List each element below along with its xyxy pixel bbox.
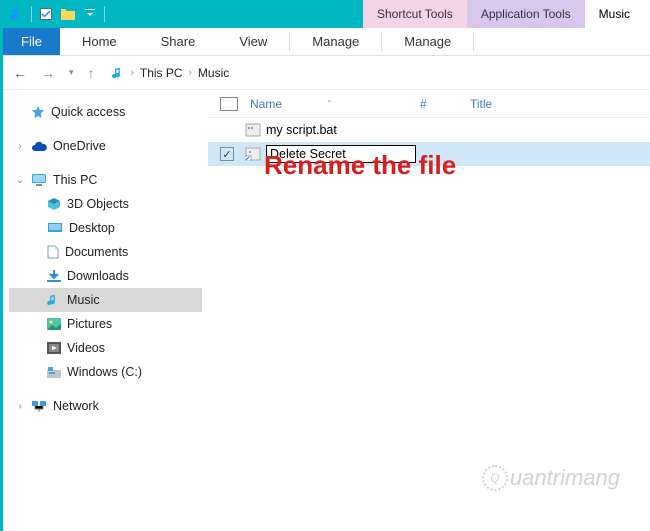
breadcrumb[interactable]: › This PC › Music: [107, 61, 642, 85]
tree-label: Desktop: [69, 221, 115, 235]
column-header-row: Name ⌃ # Title: [208, 90, 650, 118]
ribbon-tab-manage-shortcut[interactable]: Manage: [290, 28, 381, 55]
chevron-right-icon[interactable]: ›: [15, 141, 25, 152]
desktop-icon: [47, 222, 63, 234]
tree-label: 3D Objects: [67, 197, 129, 211]
tree-pictures[interactable]: Pictures: [9, 312, 202, 336]
column-header-title[interactable]: Title: [470, 97, 492, 111]
chevron-right-icon[interactable]: ›: [131, 67, 134, 78]
ribbon-tab-share[interactable]: Share: [139, 28, 218, 55]
tree-music[interactable]: Music: [9, 288, 202, 312]
tree-documents[interactable]: Documents: [9, 240, 202, 264]
picture-icon: [47, 318, 61, 330]
explorer-body: Quick access › OneDrive ⌄ This PC 3D Obj…: [3, 90, 650, 531]
tree-3d-objects[interactable]: 3D Objects: [9, 192, 202, 216]
separator: [31, 6, 32, 22]
star-icon: [31, 105, 45, 119]
titlebar-spacer: [111, 0, 363, 28]
tree-label: OneDrive: [53, 139, 106, 153]
select-all-checkbox[interactable]: [220, 97, 238, 111]
tree-label: Music: [67, 293, 100, 307]
music-icon: [47, 293, 61, 307]
shortcut-batch-icon: [244, 146, 262, 162]
column-label: Name: [250, 97, 282, 111]
tree-label: This PC: [53, 173, 97, 187]
tree-label: Videos: [67, 341, 105, 355]
context-tab-shortcut[interactable]: Shortcut Tools: [363, 0, 467, 28]
annotation-text: Rename the file: [264, 150, 456, 181]
back-button[interactable]: ←: [11, 65, 29, 81]
ribbon-tabs: File Home Share View Manage Manage: [3, 28, 650, 56]
tree-videos[interactable]: Videos: [9, 336, 202, 360]
tree-desktop[interactable]: Desktop: [9, 216, 202, 240]
tree-windows-c[interactable]: Windows (C:): [9, 360, 202, 384]
network-icon: [31, 400, 47, 412]
navigation-bar: ← → ▾ ↑ › This PC › Music: [3, 56, 650, 90]
recent-dropdown[interactable]: ▾: [67, 67, 76, 78]
batch-file-icon: [244, 122, 262, 138]
cube-icon: [47, 197, 61, 211]
separator: [104, 6, 105, 22]
tree-label: Windows (C:): [67, 365, 142, 379]
tree-label: Network: [53, 399, 99, 413]
window-title: Music: [585, 0, 650, 28]
forward-button[interactable]: →: [39, 65, 57, 81]
file-name: my script.bat: [266, 123, 337, 137]
tree-label: Downloads: [67, 269, 129, 283]
video-icon: [47, 342, 61, 354]
file-row[interactable]: my script.bat: [208, 118, 650, 142]
tree-downloads[interactable]: Downloads: [9, 264, 202, 288]
cloud-icon: [31, 140, 47, 152]
watermark-logo-icon: Q: [482, 465, 508, 491]
tree-label: Documents: [65, 245, 128, 259]
chevron-down-icon[interactable]: ⌄: [15, 175, 25, 186]
tree-network[interactable]: › Network: [9, 394, 202, 418]
ribbon-file-tab[interactable]: File: [3, 28, 60, 55]
tree-onedrive[interactable]: › OneDrive: [9, 134, 202, 158]
tree-this-pc[interactable]: ⌄ This PC: [9, 168, 202, 192]
folder-icon[interactable]: [60, 6, 76, 22]
dropdown-customize-icon[interactable]: [82, 6, 98, 22]
file-list-pane: Name ⌃ # Title my script.bat ✓ Rename th…: [208, 90, 650, 531]
chevron-right-icon[interactable]: ›: [15, 401, 25, 412]
crumb-music[interactable]: Music: [196, 66, 231, 80]
document-icon: [47, 245, 59, 259]
separator: [473, 32, 474, 51]
music-folder-icon: [111, 65, 127, 81]
watermark: Q uantrimang: [482, 465, 620, 491]
ribbon-tab-view[interactable]: View: [217, 28, 289, 55]
drive-icon: [47, 366, 61, 378]
crumb-this-pc[interactable]: This PC: [138, 66, 185, 80]
ribbon-tab-home[interactable]: Home: [60, 28, 139, 55]
column-header-track[interactable]: #: [420, 97, 470, 111]
context-tab-application[interactable]: Application Tools: [467, 0, 585, 28]
navigation-pane: Quick access › OneDrive ⌄ This PC 3D Obj…: [3, 90, 208, 531]
tree-label: Pictures: [67, 317, 112, 331]
row-checkbox[interactable]: ✓: [220, 147, 234, 161]
up-button[interactable]: ↑: [86, 65, 97, 81]
app-music-icon: [9, 6, 25, 22]
download-icon: [47, 269, 61, 283]
tree-quick-access[interactable]: Quick access: [9, 100, 202, 124]
sort-ascending-icon: ⌃: [326, 99, 333, 108]
monitor-icon: [31, 173, 47, 187]
ribbon-tab-manage-app[interactable]: Manage: [382, 28, 473, 55]
checkbox-icon[interactable]: [38, 6, 54, 22]
watermark-text: uantrimang: [510, 465, 620, 491]
chevron-right-icon[interactable]: ›: [189, 67, 192, 78]
tree-label: Quick access: [51, 105, 125, 119]
title-bar: Shortcut Tools Application Tools Music: [3, 0, 650, 28]
column-header-name[interactable]: Name ⌃: [250, 97, 420, 111]
quick-access-toolbar: [3, 0, 111, 28]
